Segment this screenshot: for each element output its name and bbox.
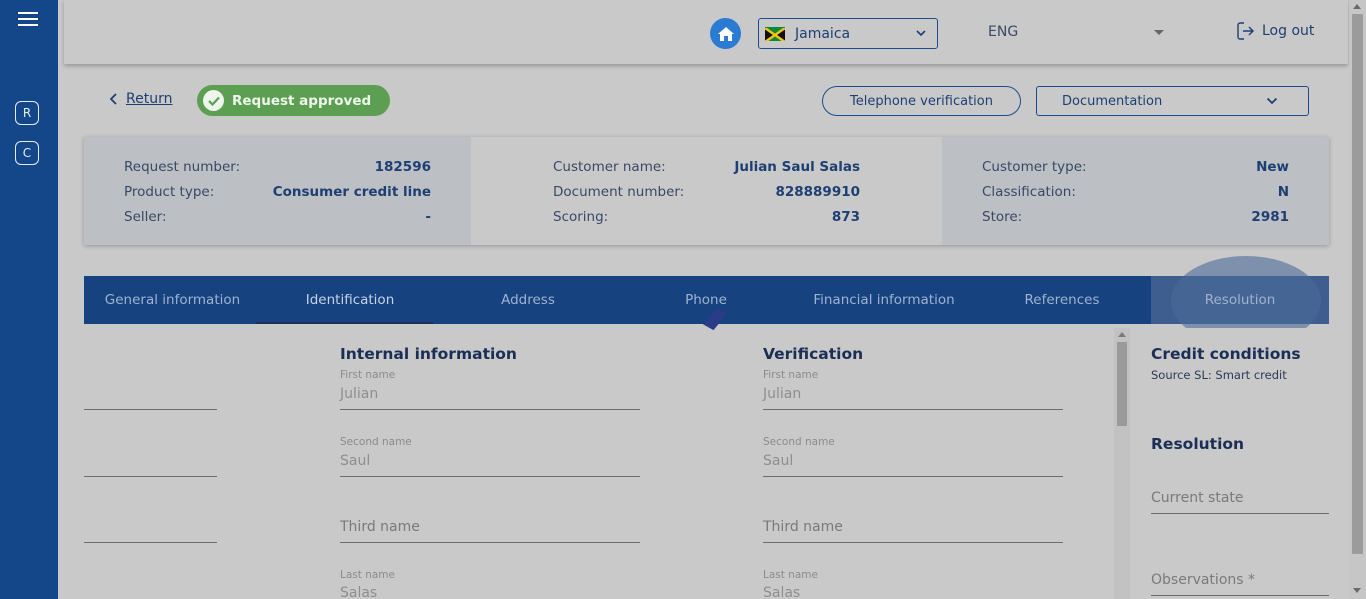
documentation-select[interactable]: Documentation [1036, 86, 1309, 116]
documentation-label: Documentation [1062, 93, 1163, 109]
return-label: Return [126, 91, 173, 107]
scroll-up-icon[interactable] [1353, 4, 1361, 9]
language-select[interactable]: ENG [988, 24, 1018, 40]
seller-label: Seller: [124, 209, 167, 225]
observations-field[interactable] [1151, 564, 1329, 596]
current-state-field[interactable] [1151, 482, 1329, 514]
customer-type-label: Customer type: [982, 159, 1087, 175]
tab-phone[interactable]: Phone [617, 276, 795, 324]
left-field-2[interactable] [84, 445, 217, 477]
logout-icon [1237, 22, 1254, 40]
return-link[interactable]: Return [110, 91, 172, 107]
product-type-label: Product type: [124, 184, 215, 200]
sidebar-item-c[interactable]: C [15, 141, 39, 165]
form-scrollbar-thumb[interactable] [1117, 342, 1127, 426]
active-tab-indicator [256, 322, 433, 324]
scroll-down-icon[interactable] [1353, 588, 1361, 593]
scoring-value: 873 [831, 209, 860, 225]
internal-third-name-field[interactable] [340, 511, 640, 543]
seller-value: - [425, 209, 431, 225]
logout-label: Log out [1262, 23, 1315, 39]
country-label: Jamaica [795, 25, 851, 42]
telephone-verification-button[interactable]: Telephone verification [822, 86, 1021, 116]
internal-last-name-label: Last name [340, 569, 395, 581]
product-type-value: Consumer credit line [272, 184, 431, 200]
verification-first-name-field[interactable] [763, 378, 1063, 410]
verification-title: Verification [763, 345, 864, 363]
customer-type-value: New [1256, 159, 1289, 175]
tab-address[interactable]: Address [439, 276, 617, 324]
store-value: 2981 [1251, 209, 1289, 225]
request-summary: Request number: 182596 Product type: Con… [84, 137, 1329, 245]
jamaica-flag-icon [765, 26, 785, 41]
page-scrollbar[interactable] [1349, 0, 1366, 599]
caret-down-icon[interactable] [1154, 30, 1164, 35]
scroll-up-icon[interactable] [1118, 332, 1126, 337]
credit-conditions-title: Credit conditions [1151, 345, 1301, 363]
tab-identification[interactable]: Identification [261, 276, 439, 324]
classification-value: N [1277, 184, 1289, 200]
internal-first-name-field[interactable] [340, 378, 640, 410]
status-label: Request approved [232, 92, 372, 109]
summary-column-classification: Customer type: New Classification: N Sto… [942, 137, 1329, 245]
customer-name-value: Julian Saul Salas [734, 159, 860, 175]
top-header: Jamaica ENG Log out [64, 0, 1348, 64]
document-number-label: Document number: [553, 184, 685, 200]
country-select[interactable]: Jamaica [758, 18, 938, 49]
summary-column-request: Request number: 182596 Product type: Con… [84, 137, 471, 245]
verification-last-name-label: Last name [763, 569, 818, 581]
internal-second-name-field[interactable] [340, 445, 640, 477]
chevron-down-icon [1266, 97, 1278, 105]
verification-third-name-field[interactable] [763, 511, 1063, 543]
status-badge: Request approved [197, 85, 390, 116]
credit-source: Source SL: Smart credit [1151, 368, 1287, 382]
summary-column-customer: Customer name: Julian Saul Salas Documen… [471, 137, 942, 245]
request-number-label: Request number: [124, 159, 241, 175]
logout-button[interactable]: Log out [1236, 21, 1314, 41]
document-number-value: 828889910 [775, 184, 860, 200]
internal-last-name-value: Salas [340, 585, 378, 599]
chevron-left-icon [110, 93, 117, 105]
request-number-value: 182596 [374, 159, 431, 175]
verification-last-name-value: Salas [763, 585, 801, 599]
tab-bar: General information Identification Addre… [84, 256, 1329, 346]
left-field-3[interactable] [84, 511, 217, 543]
left-field-1[interactable] [84, 378, 217, 410]
check-circle-icon [203, 90, 224, 111]
store-label: Store: [982, 209, 1023, 225]
form-scrollbar[interactable] [1114, 328, 1130, 599]
classification-label: Classification: [982, 184, 1076, 200]
sidebar: R C [0, 0, 58, 599]
sidebar-item-r[interactable]: R [15, 101, 39, 125]
menu-icon[interactable] [18, 12, 38, 27]
tab-resolution[interactable]: Resolution [1151, 276, 1329, 324]
verification-second-name-field[interactable] [763, 445, 1063, 477]
tab-general-information[interactable]: General information [84, 276, 261, 324]
scoring-label: Scoring: [553, 209, 609, 225]
chevron-down-icon [916, 30, 926, 37]
internal-information-title: Internal information [340, 345, 517, 363]
resolution-title: Resolution [1151, 435, 1245, 453]
home-icon[interactable] [710, 18, 741, 49]
customer-name-label: Customer name: [553, 159, 666, 175]
page-scrollbar-thumb[interactable] [1352, 14, 1363, 554]
tab-financial-information[interactable]: Financial information [795, 276, 973, 324]
tab-references[interactable]: References [973, 276, 1151, 324]
